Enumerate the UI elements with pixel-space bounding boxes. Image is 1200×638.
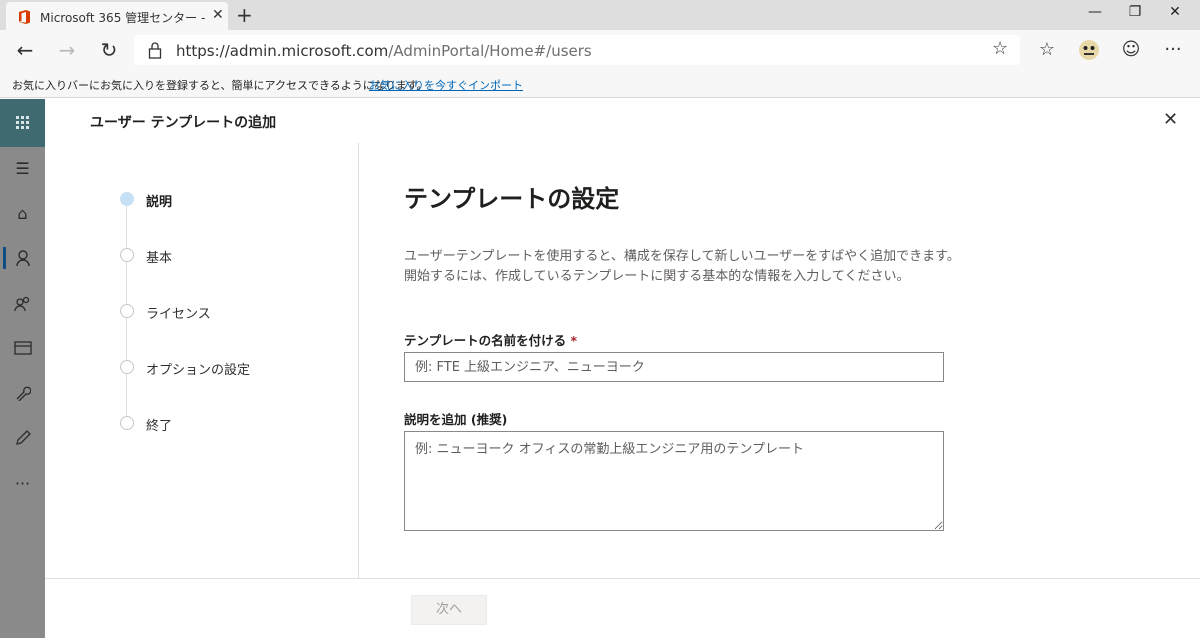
add-template-panel: ユーザー テンプレートの追加 ✕ 説明 基本 ライセンス オプションの設定 終了… xyxy=(45,99,1200,638)
minimize-icon[interactable]: — xyxy=(1080,4,1110,24)
description-label: 説明を追加 (推奨) xyxy=(404,412,508,427)
step-dot xyxy=(120,360,134,374)
browser-tab-bar: Microsoft 365 管理センター - アクティブなユーザー ✕ + — … xyxy=(0,0,1200,30)
more-ellipsis-icon[interactable]: ··· xyxy=(0,474,45,493)
home-icon[interactable]: ⌂ xyxy=(0,204,45,223)
description-text: ユーザーテンプレートを使用すると、構成を保存して新しいユーザーをすばやく追加でき… xyxy=(404,249,960,284)
wrench-icon[interactable] xyxy=(0,385,45,405)
app-launcher[interactable] xyxy=(0,99,45,147)
favorites-bar: お気に入りバーにお気に入りを登録すると、簡単にアクセスできるようになります。 お… xyxy=(0,70,1200,98)
left-rail: ☰ ⌂ ··· xyxy=(0,99,45,638)
step-label: 終了 xyxy=(146,419,173,434)
required-mark: * xyxy=(570,333,578,348)
import-favorites-link[interactable]: お気に入りを今すぐインポート xyxy=(369,77,523,93)
address-bar[interactable]: https://admin.microsoft.com/AdminPortal/… xyxy=(134,35,1020,65)
forward-icon[interactable]: → xyxy=(54,38,80,62)
pencil-icon[interactable] xyxy=(0,430,45,450)
description-textarea[interactable] xyxy=(404,431,944,531)
template-name-label: テンプレートの名前を付ける * xyxy=(404,333,578,348)
close-icon[interactable]: ✕ xyxy=(1163,109,1178,130)
step-dot xyxy=(120,192,134,206)
next-button[interactable]: 次へ xyxy=(411,595,487,625)
favorites-message: お気に入りバーにお気に入りを登録すると、簡単にアクセスできるようになります。 xyxy=(12,79,428,92)
office-logo-icon xyxy=(19,10,30,24)
tab-title: Microsoft 365 管理センター - アクティブなユーザー xyxy=(40,11,208,25)
step-label: 説明 xyxy=(146,195,173,210)
user-icon[interactable] xyxy=(0,249,45,271)
panel-title: ユーザー テンプレートの追加 xyxy=(90,115,277,131)
template-name-input[interactable] xyxy=(404,352,944,382)
column-divider xyxy=(358,143,359,578)
groups-icon[interactable] xyxy=(0,295,45,317)
step-dot xyxy=(120,416,134,430)
feedback-smiley-icon[interactable]: ☺ xyxy=(1118,38,1144,62)
step-label: ライセンス xyxy=(146,307,211,322)
browser-tab[interactable]: Microsoft 365 管理センター - アクティブなユーザー ✕ xyxy=(6,2,228,30)
tab-close-icon[interactable]: ✕ xyxy=(212,7,224,23)
page-heading: テンプレートの設定 xyxy=(404,185,620,213)
footer-divider xyxy=(45,578,1200,579)
billing-card-icon[interactable] xyxy=(0,340,45,359)
favorites-list-icon[interactable]: ☆ xyxy=(1034,38,1060,62)
address-row: ← → ↻ https://admin.microsoft.com/AdminP… xyxy=(0,30,1200,70)
favorite-star-icon[interactable]: ☆ xyxy=(992,38,1008,59)
url-text: https://admin.microsoft.com/AdminPortal/… xyxy=(176,42,592,60)
step-label: 基本 xyxy=(146,251,173,266)
restore-icon[interactable]: ❐ xyxy=(1120,4,1150,24)
new-tab-icon[interactable]: + xyxy=(236,3,253,27)
step-label: オプションの設定 xyxy=(146,363,251,378)
step-dot xyxy=(120,304,134,318)
step-dot xyxy=(120,248,134,262)
waffle-icon xyxy=(16,116,29,129)
hamburger-icon[interactable]: ☰ xyxy=(0,159,45,178)
lock-icon xyxy=(148,42,162,59)
profile-avatar-icon[interactable] xyxy=(1076,38,1102,62)
back-icon[interactable]: ← xyxy=(12,38,38,62)
window-close-icon[interactable]: ✕ xyxy=(1160,4,1190,24)
more-menu-icon[interactable]: ··· xyxy=(1160,38,1186,62)
refresh-icon[interactable]: ↻ xyxy=(96,38,122,62)
